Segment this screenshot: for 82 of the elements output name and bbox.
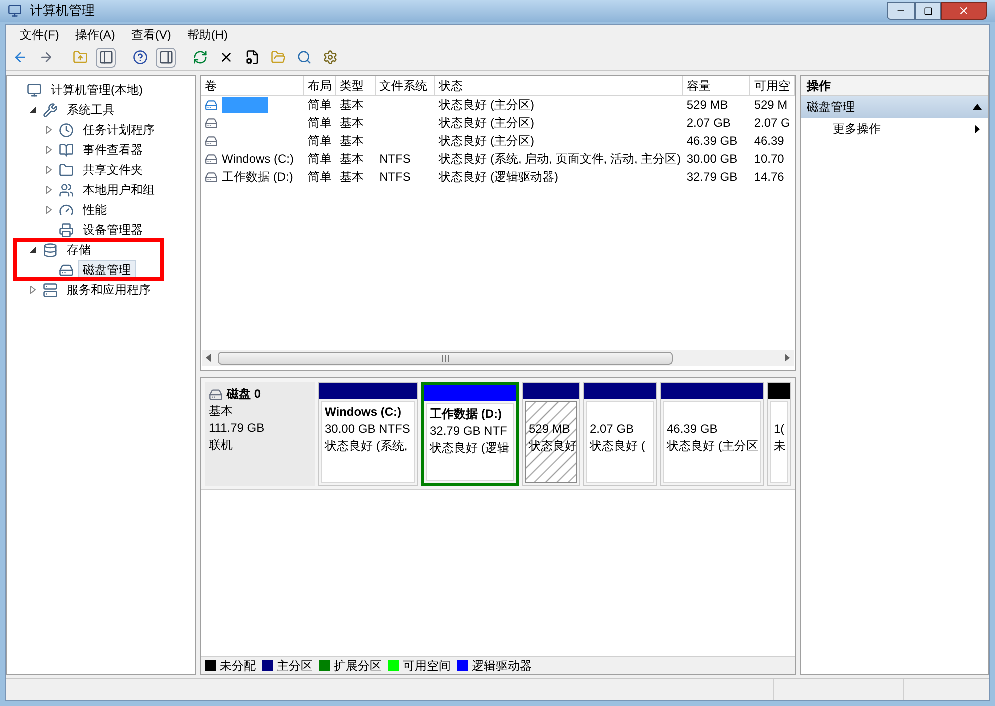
tree-item[interactable]: 任务计划程序 [78,120,160,140]
column-header[interactable]: 状态 [435,76,683,95]
partition-status: 状态良好 ( [590,438,646,455]
table-cell-text: 32.79 GB [686,169,738,186]
tree-item[interactable]: 共享文件夹 [78,160,148,180]
disk-name: 磁盘 0 [227,386,262,403]
table-cell-text: 46.39 [754,133,784,150]
table-cell-text: 简单 [308,97,332,114]
partition-size: 529 MB [529,421,572,438]
column-header[interactable]: 卷 [201,76,304,95]
tree-item[interactable]: 性能 [78,200,112,220]
actions-section[interactable]: 磁盘管理 [801,96,988,118]
table-cell-text: 基本 [340,133,364,150]
tree-item[interactable]: 事件查看器 [78,140,148,160]
partition-block[interactable]: Windows (C:) 30.00 GB NTFS 状态良好 (系统, [318,382,418,486]
disk-type: 基本 [209,403,234,420]
partition-status: 状态良好 (系统, [325,438,409,455]
table-cell-text: 529 M [754,97,788,114]
table-cell-text: 2.07 GB [686,115,731,132]
legend-label: 未分配 [220,658,256,674]
partition-size: 32.79 GB NTF [430,423,508,440]
disk-state: 联机 [209,437,234,454]
table-cell-text: 简单 [308,151,332,168]
table-cell-text: 基本 [340,97,364,114]
menu-item[interactable]: 帮助(H) [181,26,234,44]
table-cell-text: 46.39 GB [686,133,738,150]
partition-status: 未 [774,438,784,455]
table-cell-text: 简单 [308,133,332,150]
partition-block[interactable]: 工作数据 (D:) 32.79 GB NTF 状态良好 (逻辑 [421,382,519,486]
table-cell-text: Windows (C:) [222,151,294,168]
partition-title: Windows (C:) [325,404,403,421]
menu-item[interactable]: 查看(V) [125,26,178,44]
tree-item[interactable]: 设备管理器 [78,220,148,240]
menu-item[interactable]: 操作(A) [69,26,122,44]
column-header[interactable]: 可用空 [750,76,795,95]
action-link[interactable]: 更多操作 [833,120,881,138]
partition-size: 2.07 GB [590,421,636,438]
tree-item[interactable]: 服务和应用程序 [62,280,156,300]
table-cell-text: 简单 [308,115,332,132]
table-cell-text: NTFS [380,151,411,168]
actions-header: 操作 [801,76,988,96]
table-cell-text: 状态良好 (主分区) [439,115,534,132]
table-cell-text: 状态良好 (系统, 启动, 页面文件, 活动, 主分区) [439,151,682,168]
legend-label: 可用空间 [403,658,451,674]
tree-item[interactable]: 计算机管理(本地) [46,80,148,100]
column-header[interactable]: 文件系统 [376,76,436,95]
partition-block[interactable]: 46.39 GB 状态良好 (主分区 [660,382,764,486]
tree-item[interactable]: 系统工具 [62,100,120,120]
column-header[interactable]: 容量 [682,76,750,95]
table-cell-text: 基本 [340,151,364,168]
column-header[interactable]: 类型 [336,76,376,95]
partition-block[interactable]: 2.07 GB 状态良好 ( [583,382,657,486]
menu-item[interactable]: 文件(F) [14,26,66,44]
legend-label: 扩展分区 [334,658,382,674]
legend-label: 主分区 [277,658,313,674]
table-cell-text: 14.76 [754,169,784,186]
partition-title: 工作数据 (D:) [430,406,503,423]
table-cell-text: 529 MB [686,97,728,114]
section-title: 磁盘管理 [807,99,855,116]
partition-block[interactable]: 1( 未 [767,382,791,486]
table-cell-text: 10.70 [754,151,784,168]
partition-size: 1( [774,421,784,438]
table-cell-text: 基本 [340,115,364,132]
table-cell-text: 工作数据 (D:) [222,169,294,186]
table-cell-text: 状态良好 (逻辑驱动器) [439,169,558,186]
table-cell-text: 状态良好 (主分区) [439,133,534,150]
legend-label: 逻辑驱动器 [472,658,532,674]
window-title: 计算机管理 [30,2,95,20]
table-cell-text: 2.07 G [754,115,790,132]
table-cell-text: 30.00 GB [686,151,738,168]
tree-item[interactable]: 本地用户和组 [78,180,160,200]
tree-item[interactable]: 存储 [62,240,96,260]
partition-status: 状态良好 (逻辑 [430,440,510,457]
partition-size: 46.39 GB [667,421,719,438]
column-header[interactable]: 布局 [304,76,336,95]
table-cell-text: 简单 [308,169,332,186]
partition-status: 状态良好 (主分区 [667,438,757,455]
table-cell-text: 状态良好 (主分区) [439,97,534,114]
table-cell-text: 基本 [340,169,364,186]
partition-size: 30.00 GB NTFS [325,421,411,438]
disk-size: 111.79 GB [209,420,266,437]
table-cell-text: NTFS [380,169,411,186]
